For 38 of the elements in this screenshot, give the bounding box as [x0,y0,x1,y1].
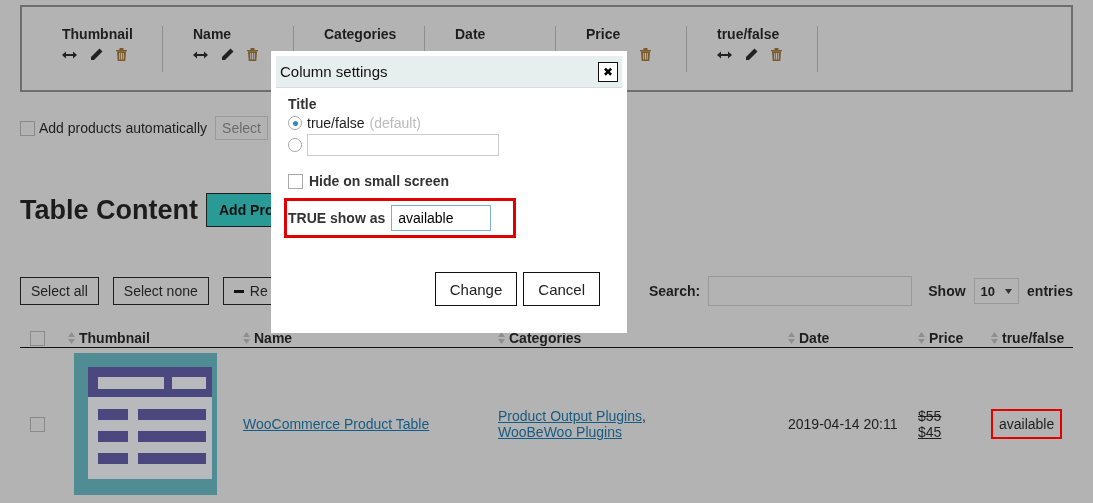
column-label: Price [586,25,622,42]
category-link[interactable]: Product Output Plugins [498,408,642,424]
hide-label: Hide on small screen [309,173,450,189]
column-header[interactable]: Thumbnail [68,330,243,346]
product-link[interactable]: WooCommerce Product Table [243,416,498,432]
option-label: true/false [307,115,365,131]
status-text: available [991,409,1063,439]
true-label: TRUE show as [288,210,386,226]
close-button[interactable]: ✖ [598,61,618,82]
entries-select[interactable]: 10 [973,278,1020,304]
section-heading: Table Content [20,194,198,226]
bulk-action-button[interactable]: Select all [20,277,99,305]
entries-label: entries [1027,283,1073,299]
column-header[interactable]: Categories [498,330,788,346]
column-header[interactable]: true/false [991,330,1073,346]
dialog-title: Column settings [280,63,388,80]
true-value-field[interactable]: available [391,205,492,231]
separator: , [642,408,646,424]
column-header[interactable]: Name [243,330,498,346]
default-hint: (default) [369,115,421,131]
bulk-action-button[interactable]: Select none [112,277,209,305]
old-price: $55 [918,408,943,424]
column-header[interactable]: Date [788,330,918,346]
dialog-button[interactable]: Change [434,272,518,306]
auto-add-label: Add products automatically [39,120,208,136]
sale-price: $45 [918,424,943,440]
category-link[interactable]: WooBeWoo Plugins [498,424,622,440]
title-label: Title [288,96,318,112]
column-label: Thumbnail [62,25,134,42]
column-header[interactable]: Price [918,330,991,346]
column-label: true/false [717,25,781,42]
column-label: Date [455,25,487,42]
date-cell-text: 2019-04-14 20:11 [788,416,899,432]
column-label: Categories [324,25,398,42]
show-label: Show [928,283,966,299]
dialog-button[interactable]: Cancel [523,272,600,306]
column-label: Name [193,25,233,42]
search-label: Search: [648,283,701,299]
